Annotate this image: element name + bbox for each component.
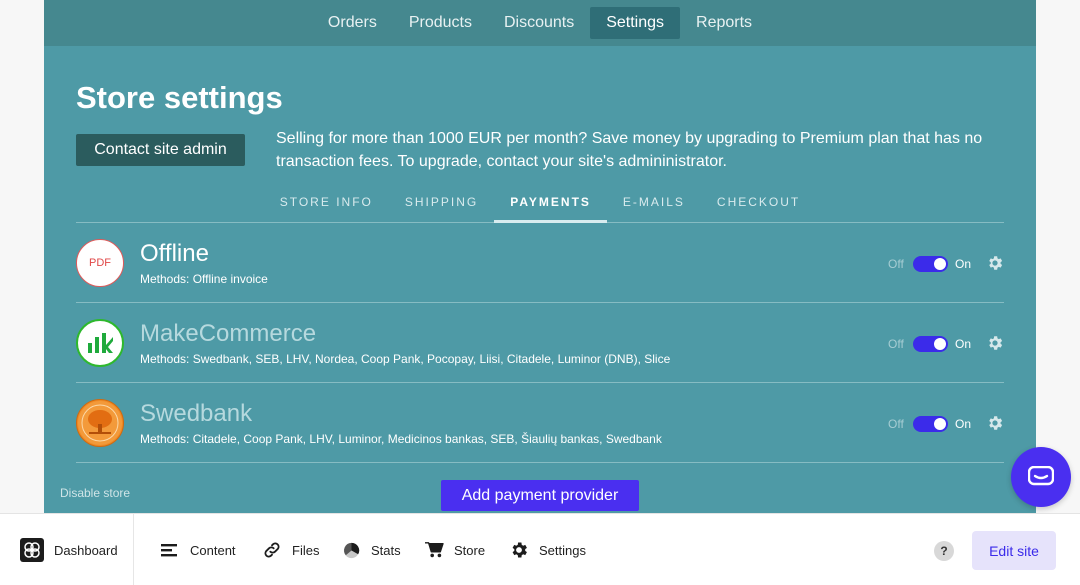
tab-store-info[interactable]: STORE INFO [264, 188, 389, 223]
page-title: Store settings [76, 80, 283, 115]
provider-methods: Methods: Offline invoice [140, 272, 268, 286]
nav-discounts[interactable]: Discounts [488, 7, 590, 39]
add-payment-provider-button[interactable]: Add payment provider [441, 480, 639, 511]
pdf-logo-icon: PDF [76, 239, 124, 287]
pie-chart-icon [343, 542, 360, 558]
edit-site-button[interactable]: Edit site [972, 531, 1056, 570]
bars-icon [88, 333, 113, 353]
disable-store-link[interactable]: Disable store [60, 486, 130, 500]
gear-icon [512, 542, 527, 558]
toggle-on-label: On [955, 337, 972, 351]
premium-promo-text: Selling for more than 1000 EUR per month… [276, 130, 983, 170]
store-label: Store [454, 542, 486, 558]
toggle-knob [934, 338, 946, 350]
tab-shipping[interactable]: SHIPPING [389, 188, 494, 223]
provider-enabled-toggle[interactable] [913, 416, 948, 432]
toggle-on-label: On [955, 417, 972, 431]
chat-support-button[interactable] [1011, 447, 1071, 507]
provider-name: Swedbank [140, 400, 253, 427]
provider-methods: Methods: Citadele, Coop Pank, LHV, Lumin… [140, 432, 662, 446]
help-button[interactable]: ? [934, 541, 954, 561]
nav-settings[interactable]: Settings [590, 7, 681, 39]
makecommerce-logo-icon [76, 319, 124, 367]
tab-e-mails[interactable]: E-MAILS [607, 188, 701, 223]
oak-tree-icon [78, 401, 122, 445]
nav-orders[interactable]: Orders [312, 7, 393, 39]
store-button[interactable]: Store [424, 538, 485, 562]
settings-button[interactable]: Settings [509, 538, 586, 562]
provider-name: MakeCommerce [140, 320, 317, 347]
provider-methods: Methods: Swedbank, SEB, LHV, Nordea, Coo… [140, 352, 671, 366]
files-label: Files [292, 542, 320, 558]
toolbar-divider [133, 514, 134, 585]
nav-products[interactable]: Products [393, 7, 488, 39]
toggle-off-label: Off [888, 257, 904, 271]
content-lines-icon [161, 544, 177, 557]
settings-tabs: STORE INFO SHIPPING PAYMENTS E-MAILS CHE… [76, 188, 1004, 223]
dashboard-logo-icon [20, 538, 44, 562]
provider-row-makecommerce: MakeCommerce Methods: Swedbank, SEB, LHV… [76, 303, 1004, 383]
shopping-cart-icon [425, 542, 444, 558]
provider-enabled-toggle[interactable] [913, 256, 948, 272]
provider-enabled-toggle[interactable] [913, 336, 948, 352]
content-button[interactable]: Content [160, 538, 236, 562]
toggle-knob [934, 418, 946, 430]
dashboard-button[interactable]: Dashboard [20, 538, 118, 562]
toggle-off-label: Off [888, 337, 904, 351]
chat-icon [1028, 466, 1054, 486]
provider-name: Offline [140, 240, 209, 267]
toggle-on-label: On [955, 257, 972, 271]
gear-icon[interactable] [986, 414, 1004, 432]
swedbank-logo-icon [76, 399, 124, 447]
toggle-off-label: Off [888, 417, 904, 431]
content-label: Content [190, 542, 236, 558]
gear-icon[interactable] [986, 334, 1004, 352]
provider-row-offline: PDF Offline Methods: Offline invoice Off… [76, 223, 1004, 303]
nav-reports[interactable]: Reports [680, 7, 768, 39]
provider-row-swedbank: Swedbank Methods: Citadele, Coop Pank, L… [76, 383, 1004, 463]
top-nav: Orders Products Discounts Settings Repor… [44, 0, 1036, 46]
paperclip-link-icon [264, 542, 280, 558]
store-settings-panel: Orders Products Discounts Settings Repor… [44, 0, 1036, 513]
tab-payments[interactable]: PAYMENTS [494, 188, 607, 223]
stats-button[interactable]: Stats [342, 538, 401, 562]
toggle-knob [934, 258, 946, 270]
settings-label: Settings [539, 542, 586, 558]
bottom-toolbar: Dashboard Content Files Stats Store Sett… [0, 513, 1080, 585]
gear-icon[interactable] [986, 254, 1004, 272]
contact-site-admin-button[interactable]: Contact site admin [76, 134, 245, 166]
files-button[interactable]: Files [262, 538, 319, 562]
tab-checkout[interactable]: CHECKOUT [701, 188, 816, 223]
stats-label: Stats [371, 542, 401, 558]
dashboard-label: Dashboard [54, 542, 118, 558]
